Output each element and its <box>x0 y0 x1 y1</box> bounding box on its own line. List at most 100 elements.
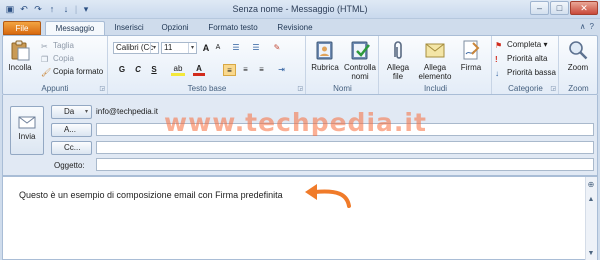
grow-font-button[interactable]: A <box>201 42 211 54</box>
brush-icon: 🖌 <box>41 68 52 77</box>
bullets-button[interactable]: ☰ <box>229 42 243 54</box>
scissors-icon: ✂ <box>41 42 48 51</box>
follow-up-button[interactable]: ⚑ Completa ▾ <box>495 40 548 50</box>
copy-label: Copia <box>53 54 74 63</box>
format-painter-button[interactable]: 🖌 Copia formato <box>41 67 103 77</box>
title-bar: ▣ ↶ ↷ ↑ ↓ | ▾ Senza nome - Messaggio (HT… <box>0 0 600 19</box>
follow-up-label: Completa <box>507 40 542 49</box>
to-button-label: A... <box>64 125 77 134</box>
copy-icon: ❐ <box>41 55 49 64</box>
paperclip-icon <box>394 41 402 59</box>
ribbon-tabs: File Messaggio Inserisci Opzioni Formato… <box>0 19 600 35</box>
help-icon[interactable]: ? <box>590 22 594 31</box>
from-button[interactable]: Da ▾ <box>51 105 92 119</box>
arrow-annotation-icon <box>305 184 351 208</box>
address-book-button[interactable]: Rubrica <box>309 39 341 72</box>
low-priority-button[interactable]: ↓ Priorità bassa <box>495 68 556 78</box>
numbering-button[interactable]: ☰ <box>249 42 263 54</box>
maximize-icon[interactable]: □ <box>550 1 569 15</box>
align-left-icon[interactable]: ≡ <box>223 64 236 76</box>
group-nomi: Rubrica Controlla nomi Nomi <box>307 36 379 94</box>
down-arrow-icon: ↓ <box>495 69 499 78</box>
clipboard-icon <box>11 40 30 61</box>
high-priority-button[interactable]: ! Priorità alta <box>495 54 547 64</box>
group-label-nomi: Nomi <box>333 84 352 93</box>
dropdown-arrow-icon: ▾ <box>150 43 158 53</box>
group-includi: Allega file Allega elemento Firma Includ… <box>380 36 492 94</box>
window-title: Senza nome - Messaggio (HTML) <box>232 4 368 14</box>
copy-button[interactable]: ❐ Copia <box>41 54 74 64</box>
check-names-button[interactable]: Controlla nomi <box>343 39 377 81</box>
dropdown-arrow-icon: ▾ <box>84 109 88 115</box>
group-label-categorie: Categorie <box>508 84 543 93</box>
attach-file-button[interactable]: Allega file <box>383 39 413 81</box>
magnifier-icon <box>569 41 588 60</box>
signature-button[interactable]: Firma <box>456 39 486 72</box>
italic-button[interactable]: C <box>133 64 143 76</box>
tab-messaggio[interactable]: Messaggio <box>45 21 105 35</box>
group-label-zoom: Zoom <box>568 84 589 93</box>
paste-button[interactable]: Incolla <box>6 39 34 72</box>
tab-opzioni[interactable]: Opzioni <box>154 21 196 35</box>
vertical-scrollbar[interactable]: ⊕ ▲ ▼ <box>585 177 597 260</box>
group-appunti: Incolla ✂ Taglia ❐ Copia 🖌 Copia formato Ap… <box>3 36 108 94</box>
shrink-font-button[interactable]: A <box>213 42 223 54</box>
scroll-up-icon[interactable]: ▲ <box>586 196 596 205</box>
scroll-down-icon[interactable]: ▼ <box>586 250 596 259</box>
message-body[interactable]: Questo è un esempio di composizione emai… <box>2 176 598 260</box>
font-color-button[interactable]: A <box>193 64 205 76</box>
dialog-launcher-icon[interactable]: ◲ <box>297 85 303 92</box>
ribbon-controls: ∧ ? <box>580 22 594 31</box>
zoom-button[interactable]: Zoom <box>563 39 593 72</box>
group-testo-base: Calibri (Cc ▾ 11 ▾ A A ☰ ☰ ✎ G C S ab A ≡ … <box>109 36 306 94</box>
subject-field[interactable] <box>96 158 594 171</box>
ruler-toggle-icon[interactable]: ⊕ <box>586 180 596 191</box>
font-size-value: 11 <box>164 43 173 52</box>
font-size-combo[interactable]: 11 ▾ <box>161 42 197 54</box>
underline-button[interactable]: S <box>149 64 159 76</box>
align-center-icon[interactable]: ≡ <box>239 64 252 76</box>
cc-button-label: Cc... <box>64 143 81 152</box>
dialog-launcher-icon[interactable]: ◲ <box>99 85 105 92</box>
format-painter-label: Copia formato <box>53 67 104 76</box>
cc-field[interactable] <box>96 141 594 154</box>
attach-item-button[interactable]: Allega elemento <box>416 39 454 81</box>
to-button[interactable]: A... <box>51 123 92 137</box>
send-button[interactable]: Invia <box>10 106 44 155</box>
cut-button[interactable]: ✂ Taglia <box>41 41 74 51</box>
font-name-combo[interactable]: Calibri (Cc ▾ <box>113 42 159 54</box>
align-right-icon[interactable]: ≡ <box>255 64 268 76</box>
cut-label: Taglia <box>53 41 74 50</box>
address-book-label: Rubrica <box>311 63 339 72</box>
body-text: Questo è un esempio di composizione emai… <box>19 190 283 200</box>
dialog-launcher-icon[interactable]: ◲ <box>550 85 556 92</box>
check-names-icon <box>351 41 370 60</box>
window-controls: – □ ✕ <box>530 1 598 15</box>
tab-file[interactable]: File <box>3 21 41 35</box>
font-name-value: Calibri (Cc <box>116 43 154 52</box>
watermark: www.techpedia.it <box>164 108 427 137</box>
group-categorie: ⚑ Completa ▾ ! Priorità alta ↓ Priorità bas… <box>493 36 559 94</box>
dropdown-arrow-icon: ▾ <box>188 43 196 53</box>
low-priority-label: Priorità bassa <box>507 68 556 77</box>
tab-revisione[interactable]: Revisione <box>271 21 319 35</box>
minimize-icon[interactable]: – <box>530 1 549 15</box>
high-priority-label: Priorità alta <box>507 54 548 63</box>
send-label: Invia <box>18 132 36 141</box>
bold-button[interactable]: G <box>117 64 127 76</box>
check-names-label: Controlla nomi <box>343 63 376 81</box>
highlight-button[interactable]: ab <box>171 64 185 76</box>
flag-icon: ⚑ <box>495 41 503 50</box>
signature-icon <box>463 40 480 60</box>
group-zoom: Zoom Zoom <box>560 36 597 94</box>
paste-label: Incolla <box>8 63 32 72</box>
tab-formato-testo[interactable]: Formato testo <box>201 21 265 35</box>
send-icon <box>18 116 36 129</box>
clear-format-icon[interactable]: ✎ <box>271 42 283 54</box>
cc-button[interactable]: Cc... <box>51 141 92 155</box>
subject-label: Oggetto: <box>54 161 85 170</box>
close-icon[interactable]: ✕ <box>570 1 598 15</box>
collapse-ribbon-icon[interactable]: ∧ <box>580 22 586 31</box>
tab-inserisci[interactable]: Inserisci <box>108 21 150 35</box>
indent-icon[interactable]: ⇥ <box>275 64 288 76</box>
